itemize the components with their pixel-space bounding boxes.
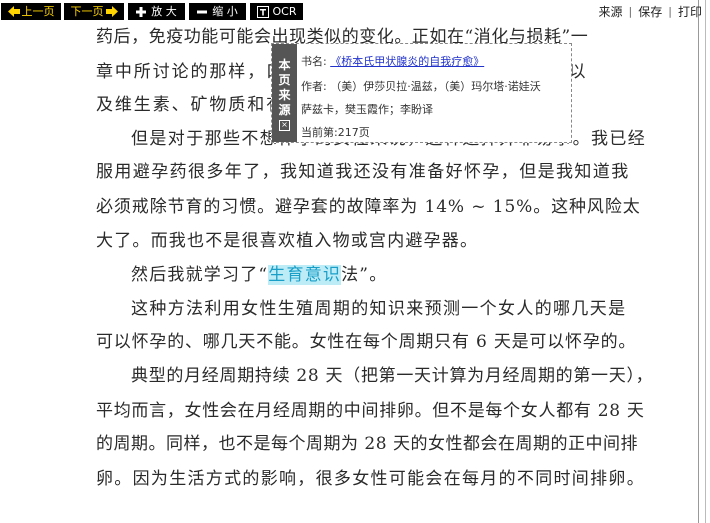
text-line-8: 然后我就学习了“生育意识法”。 [131, 260, 387, 285]
page-right-border-outer [705, 0, 706, 523]
close-icon[interactable]: × [279, 120, 290, 131]
page-right-border [698, 0, 699, 523]
tab-char: 来 [278, 88, 291, 102]
current-page-row: 当前第:217页 [301, 126, 370, 139]
text-line-14: 卵。因为生活方式的影响，很多女性可能会在每月的不同时间排卵。 [96, 469, 645, 489]
text-line-6: 必须戒除节育的习惯。避孕套的故障率为 14% ~ 15%。这种风险太 [96, 197, 641, 217]
plus-icon [136, 6, 147, 17]
text-line-13: 的周期。同样，也不是每个周期为 28 天的女性都会在周期的正中间排 [96, 434, 638, 454]
next-page-label: 下一页 [70, 5, 104, 18]
tab-char: 页 [278, 73, 291, 87]
ocr-label: OCR [272, 5, 297, 18]
print-link[interactable]: 打印 [678, 3, 702, 20]
tab-char: 本 [278, 58, 291, 72]
text-line-8-pre: 然后我就学习了“ [131, 265, 269, 285]
text-line-10: 可以怀孕的、哪几天不能。女性在每个周期只有 6 天是可以怀孕的。 [96, 332, 637, 352]
book-title-prefix: 书名: [301, 55, 331, 68]
prev-page-button[interactable]: 上一页 [1, 3, 61, 20]
next-page-button[interactable]: 下一页 [64, 3, 124, 20]
page-source-popup: 本 页 来 源 × 书名: 《桥本氏甲状腺炎的自我疗愈》 作者: （美）伊莎贝拉… [271, 43, 572, 143]
zoom-out-button[interactable]: 缩 小 [189, 3, 246, 20]
text-line-8-post: 法”。 [341, 265, 388, 285]
zoom-in-label: 放 大 [151, 5, 177, 18]
minus-icon [197, 10, 208, 13]
tab-char: 源 [278, 103, 291, 117]
book-title-link[interactable]: 《桥本氏甲状腺炎的自我疗愈》 [330, 55, 484, 68]
text-line-5: 服用避孕药很多年了，我知道我还没有准备好怀孕，但是我知道我 [96, 162, 630, 182]
text-line-11: 典型的月经周期持续 28 天（把第一天计算为月经周期的第一天）， [131, 366, 654, 386]
toolbar-links: 来源 | 保存 | 打印 [599, 3, 702, 20]
left-arrow-icon [7, 6, 20, 17]
viewer-toolbar: 上一页 下一页 放 大 缩 小 OCR 来源 | 保存 | 打印 [0, 0, 710, 24]
prev-page-label: 上一页 [21, 5, 55, 18]
save-link[interactable]: 保存 [638, 3, 662, 20]
zoom-in-button[interactable]: 放 大 [128, 3, 185, 20]
book-title-row: 书名: 《桥本氏甲状腺炎的自我疗愈》 [301, 53, 484, 69]
text-line-12: 平均而言，女性会在月经周期的中间排卵。但不是每个女人都有 28 天 [96, 401, 645, 421]
text-line-9: 这种方法利用女性生殖周期的知识来预测一个女人的哪几天是 [131, 299, 627, 319]
ocr-button[interactable]: OCR [250, 3, 303, 20]
separator: | [628, 5, 633, 18]
right-arrow-icon [105, 6, 118, 17]
author-row-1: 作者: （美）伊莎贝拉·温兹，（美）玛尔塔·诺娃沃 [301, 80, 541, 93]
page-source-tab[interactable]: 本 页 来 源 × [272, 44, 297, 142]
source-link[interactable]: 来源 [599, 3, 623, 20]
zoom-out-label: 缩 小 [212, 5, 238, 18]
text-t-icon [256, 5, 269, 18]
separator: | [668, 5, 672, 18]
author-row-2: 萨兹卡，樊玉霞作；李盼译 [301, 103, 433, 116]
text-line-7: 大了。而我也不是很喜欢植入物或宫内避孕器。 [96, 231, 479, 251]
highlighted-term[interactable]: 生育意识 [268, 265, 342, 285]
